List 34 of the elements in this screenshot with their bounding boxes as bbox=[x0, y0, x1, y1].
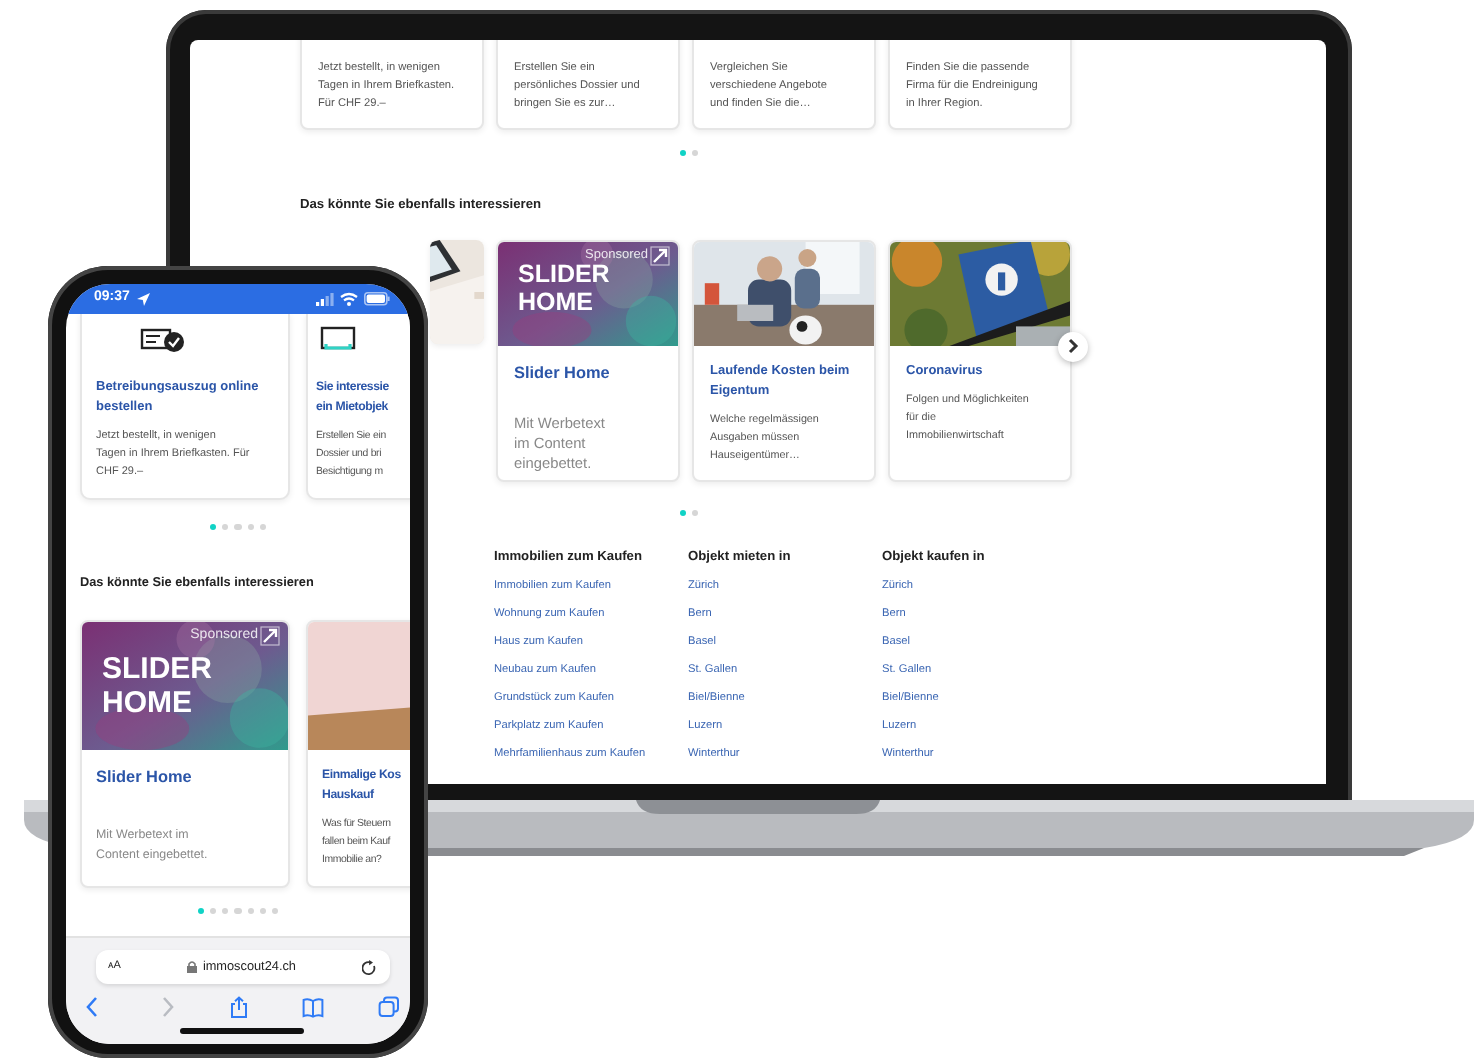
document-check-icon bbox=[140, 326, 186, 352]
carousel-dot[interactable] bbox=[679, 150, 685, 156]
carousel-dot[interactable] bbox=[234, 907, 242, 914]
external-link-icon bbox=[260, 626, 280, 647]
carousel-dot[interactable] bbox=[691, 150, 697, 156]
carousel-dot[interactable] bbox=[247, 907, 254, 914]
card-title: Slider Home bbox=[96, 765, 194, 790]
share-icon[interactable] bbox=[228, 996, 250, 1018]
carousel-dot[interactable] bbox=[271, 907, 279, 914]
lock-icon bbox=[186, 959, 199, 974]
card-title: Slider Home bbox=[514, 361, 612, 386]
banner-text: SLIDER HOME bbox=[102, 651, 213, 721]
carousel-dot[interactable] bbox=[247, 524, 254, 531]
wifi-icon bbox=[340, 292, 358, 306]
carousel-dot[interactable] bbox=[259, 524, 266, 531]
external-link-icon bbox=[650, 245, 670, 266]
chevron-right-icon bbox=[1066, 338, 1080, 355]
carousel-dot[interactable] bbox=[222, 907, 229, 914]
carousel-dot[interactable] bbox=[210, 907, 217, 914]
carousel-dot[interactable] bbox=[234, 524, 242, 531]
carousel-dot[interactable] bbox=[210, 524, 217, 531]
carousel-dot[interactable] bbox=[691, 509, 697, 516]
banner-text: SLIDER HOME bbox=[518, 259, 610, 318]
signal-icon bbox=[316, 292, 334, 306]
battery-icon bbox=[364, 292, 390, 306]
reload-icon[interactable] bbox=[362, 959, 378, 975]
tabs-icon[interactable] bbox=[378, 996, 400, 1018]
carousel-dot[interactable] bbox=[679, 509, 685, 516]
carousel-dot[interactable] bbox=[222, 524, 229, 531]
bookmarks-icon[interactable] bbox=[302, 996, 324, 1018]
carousel-dot[interactable] bbox=[259, 907, 266, 914]
location-arrow-icon bbox=[135, 291, 152, 307]
carousel-dot[interactable] bbox=[197, 907, 205, 914]
home-indicator bbox=[180, 1028, 304, 1034]
